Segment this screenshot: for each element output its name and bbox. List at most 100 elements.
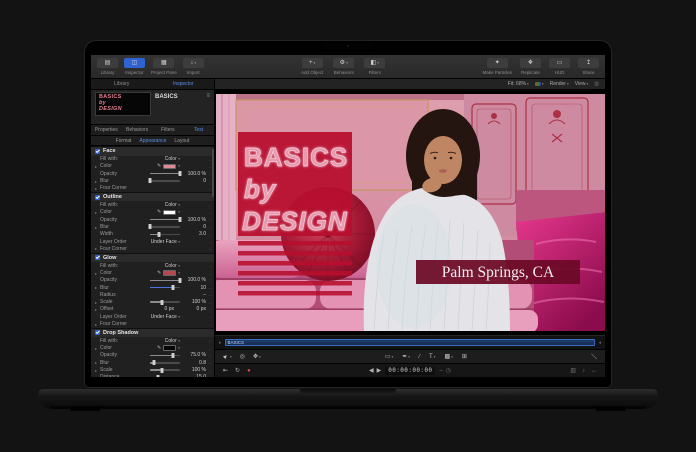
- param-row-face-blur[interactable]: ▸Blur0–: [91, 177, 214, 184]
- audio-button[interactable]: ♪: [582, 368, 585, 374]
- channels-popup[interactable]: ▾: [535, 82, 544, 86]
- param-row-glow-offset[interactable]: ▸Offset0 px0 px–: [91, 306, 214, 313]
- eyedropper-icon[interactable]: ✎: [157, 270, 161, 276]
- subtab-format[interactable]: Format: [116, 138, 132, 144]
- slider-track[interactable]: [150, 226, 180, 228]
- param-row-outline-layer-order[interactable]: Layer OrderUnder Face▾–: [91, 238, 214, 245]
- panel-tab-library[interactable]: Library: [91, 79, 153, 89]
- color-swatch[interactable]: [163, 164, 176, 170]
- text-tool-button[interactable]: T▾: [429, 353, 435, 360]
- eyedropper-icon[interactable]: ✎: [157, 209, 161, 215]
- slider-track[interactable]: [150, 219, 180, 221]
- slider-track[interactable]: [150, 280, 180, 282]
- toolbar-hud-button[interactable]: ▭HUD: [549, 55, 570, 78]
- param-row-glow-layer-order[interactable]: Layer OrderUnder Face▾–: [91, 313, 214, 320]
- param-row-drop-shadow-blur[interactable]: ▸Blur0.8–: [91, 359, 214, 366]
- param-row-drop-shadow-opacity[interactable]: Opacity75.0 %–: [91, 352, 214, 359]
- section-header-glow[interactable]: Glow: [91, 253, 214, 263]
- param-row-face-opacity[interactable]: Opacity100.0 %–: [91, 170, 214, 177]
- pan-zoom-button[interactable]: ✥▾: [253, 353, 261, 360]
- toolbar-library-button[interactable]: ▤Library: [97, 55, 118, 78]
- section-header-drop-shadow[interactable]: Drop Shadow: [91, 328, 214, 338]
- tab-filters[interactable]: Filters: [153, 125, 184, 135]
- toolbar-filters-button[interactable]: ◧▾Filters: [364, 55, 385, 78]
- timecode-field[interactable]: 00:00:00:00: [385, 367, 435, 375]
- render-popup[interactable]: Render▾: [550, 81, 569, 87]
- param-row-drop-shadow-scale[interactable]: ▸Scale100 %–: [91, 366, 214, 373]
- color-swatch[interactable]: [163, 210, 176, 216]
- link-button[interactable]: ↔: [591, 368, 597, 374]
- slider-handle[interactable]: [156, 375, 159, 377]
- timeline-marker-icon[interactable]: ▸: [219, 340, 222, 346]
- rectangle-tool-button[interactable]: ▭▾: [385, 353, 393, 360]
- param-row-face-color[interactable]: ▸Color✎▾–: [91, 163, 214, 170]
- popup-fill-with[interactable]: Color▾: [165, 263, 180, 269]
- param-row-outline-opacity[interactable]: Opacity100.0 %–: [91, 216, 214, 223]
- param-row-outline-four-corner[interactable]: ▸Four Corner–: [91, 245, 214, 252]
- param-row-outline-fill-with[interactable]: Fill with:Color▾–: [91, 201, 214, 208]
- slider-track[interactable]: [150, 355, 180, 357]
- toolbar-import-button[interactable]: ↓▾Import: [183, 55, 204, 78]
- toolbar-share-button[interactable]: ↥Share: [578, 55, 599, 78]
- param-row-outline-width[interactable]: Width3.0–: [91, 231, 214, 238]
- mask-tool-button[interactable]: ▩▾: [444, 353, 452, 360]
- slider-handle[interactable]: [179, 278, 182, 283]
- loop-playback-button[interactable]: ↻: [235, 368, 240, 374]
- tab-behaviors[interactable]: Behaviors: [122, 125, 153, 135]
- slider-handle[interactable]: [149, 178, 152, 183]
- popup-fill-with[interactable]: Color▾: [165, 156, 180, 162]
- param-row-glow-opacity[interactable]: Opacity100.0 %–: [91, 277, 214, 284]
- checkbox-drop-shadow[interactable]: [95, 330, 100, 335]
- checkbox-outline[interactable]: [95, 195, 100, 200]
- snap-button[interactable]: ＼: [591, 352, 597, 361]
- camera-tool-button[interactable]: ⊞: [462, 353, 467, 360]
- panel-tab-inspector[interactable]: Inspector: [153, 79, 215, 89]
- bezier-tool-button[interactable]: ✒▾: [402, 353, 410, 360]
- zoom-level-popup[interactable]: Fit: 68%▾: [508, 81, 529, 87]
- timeline-clip-basics[interactable]: BASICS: [225, 339, 596, 346]
- param-row-glow-radius[interactable]: Radius––: [91, 291, 214, 298]
- slider-handle[interactable]: [171, 353, 174, 358]
- param-row-glow-fill-with[interactable]: Fill with:Color▾–: [91, 262, 214, 269]
- tab-text[interactable]: Text: [183, 125, 214, 135]
- param-row-drop-shadow-distance[interactable]: Distance15.0–: [91, 374, 214, 377]
- section-header-face[interactable]: Face: [91, 146, 214, 156]
- slider-handle[interactable]: [161, 300, 164, 305]
- toolbar-project-pane-button[interactable]: ▦Project Pane: [151, 55, 177, 78]
- line-tool-button[interactable]: ∕: [419, 353, 420, 360]
- select-transform-button[interactable]: ►▾: [223, 353, 232, 360]
- slider-track[interactable]: [150, 301, 180, 303]
- adjust-anchor-button[interactable]: ◎: [240, 353, 245, 360]
- previous-frame-button[interactable]: ◀: [369, 368, 374, 374]
- slider-handle[interactable]: [171, 285, 174, 290]
- clock-button[interactable]: ◷: [446, 368, 451, 374]
- param-row-outline-blur[interactable]: ▸Blur0–: [91, 223, 214, 230]
- slider-track[interactable]: [150, 369, 180, 371]
- display-output-button[interactable]: ▥: [570, 368, 576, 374]
- duration-dash-button[interactable]: –: [439, 368, 442, 374]
- param-row-face-fill-with[interactable]: Fill with:Color▾–: [91, 156, 214, 163]
- canvas-workspace[interactable]: BASICS by DESIGN Palm Springs, CA: [215, 90, 605, 335]
- slider-handle[interactable]: [161, 368, 164, 373]
- section-header-outline[interactable]: Outline: [91, 192, 214, 202]
- inspector-options-icon[interactable]: ≡: [206, 93, 210, 122]
- toolbar-replicate-button[interactable]: ❖Replicate: [520, 55, 541, 78]
- param-row-glow-four-corner[interactable]: ▸Four Corner–: [91, 320, 214, 327]
- color-swatch[interactable]: [163, 270, 176, 276]
- eyedropper-icon[interactable]: ✎: [157, 345, 161, 351]
- param-row-drop-shadow-fill-with[interactable]: Fill with:Color▾–: [91, 337, 214, 344]
- slider-handle[interactable]: [158, 232, 161, 237]
- subtab-layout[interactable]: Layout: [174, 138, 189, 144]
- record-button[interactable]: ●: [247, 368, 251, 374]
- color-swatch[interactable]: [163, 345, 176, 351]
- slider-handle[interactable]: [152, 360, 155, 365]
- view-popup[interactable]: View▾: [575, 81, 589, 87]
- param-row-outline-color[interactable]: ▸Color✎▾–: [91, 209, 214, 216]
- toolbar-make-particles-button[interactable]: ✦Make Particles: [482, 55, 512, 78]
- slider-track[interactable]: [150, 287, 180, 289]
- toolbar-behaviors-button[interactable]: ⚙▾Behaviors: [333, 55, 354, 78]
- go-to-start-button[interactable]: ⇤: [223, 368, 228, 374]
- checkbox-face[interactable]: [95, 149, 100, 154]
- slider-track[interactable]: [150, 180, 180, 182]
- timeline-end-icon[interactable]: ◂: [598, 340, 601, 346]
